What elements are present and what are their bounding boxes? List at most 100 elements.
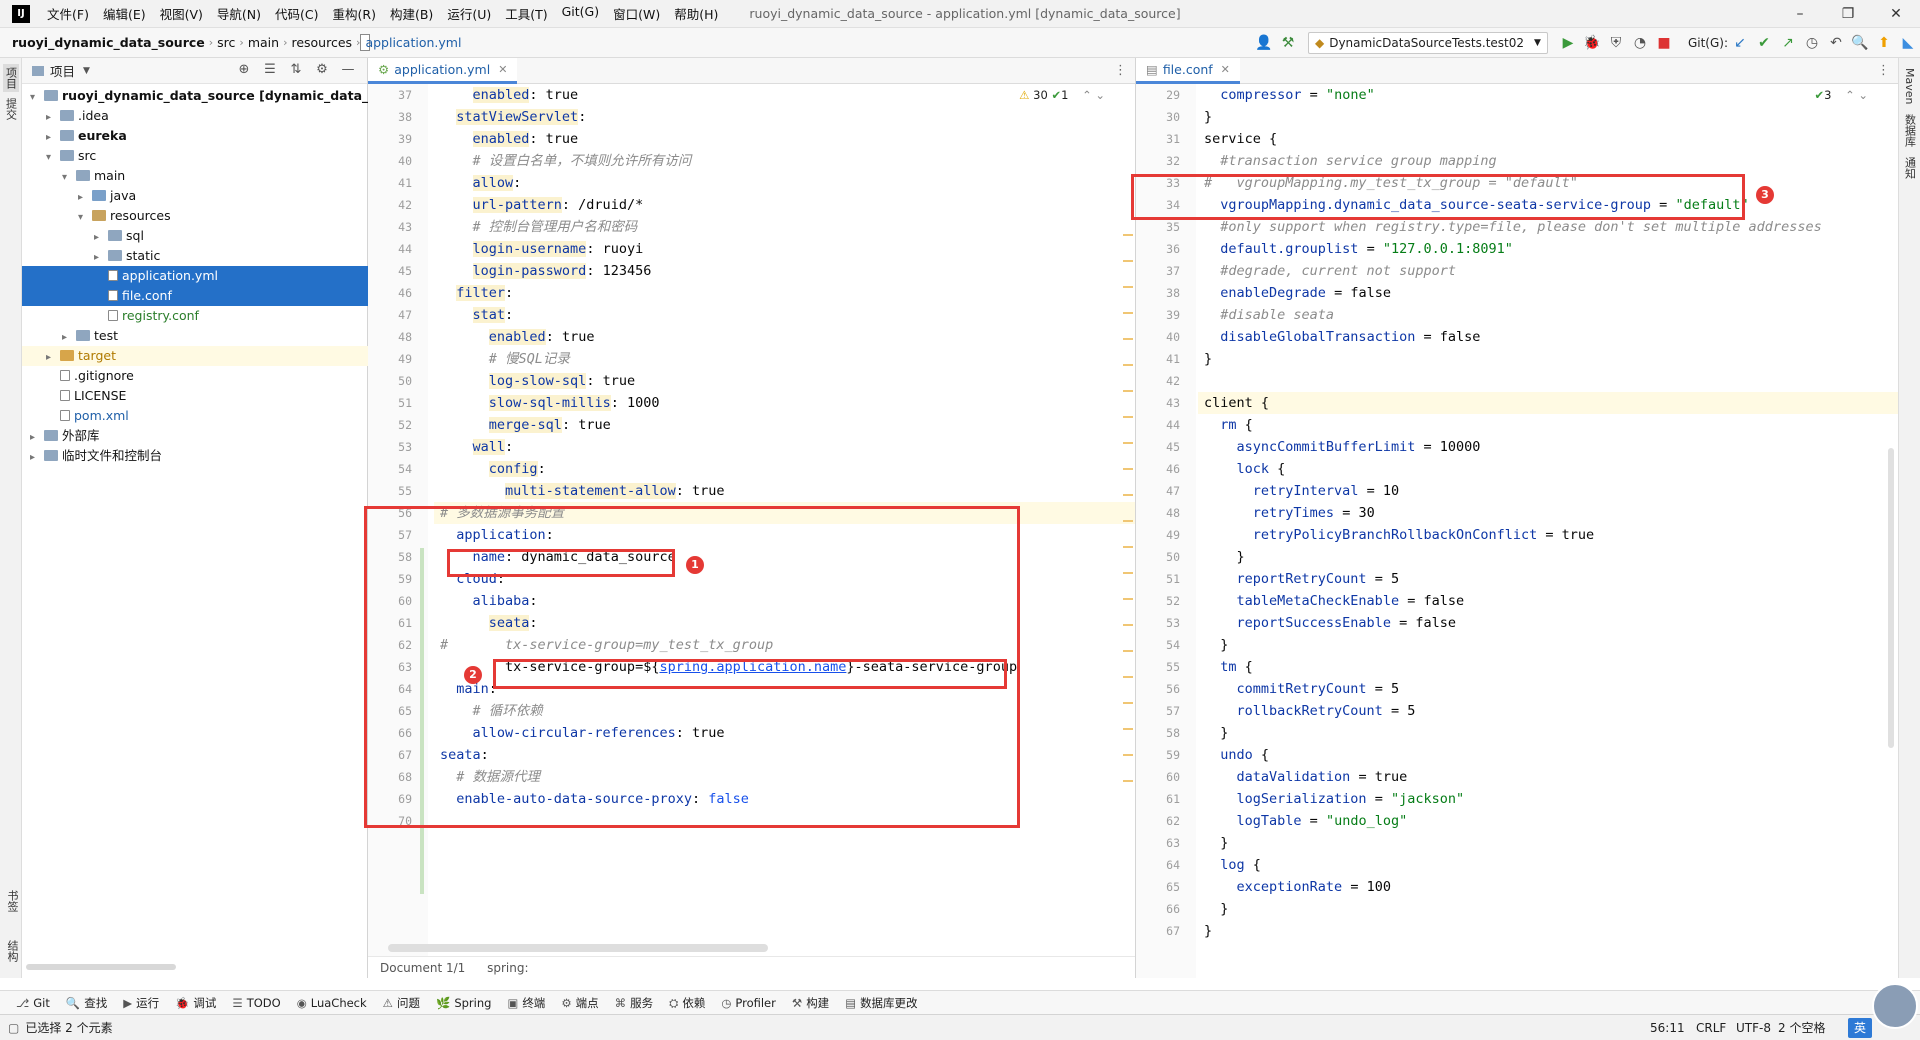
menu-item-6[interactable]: 构建(B) (383, 4, 440, 23)
warning-stripe-mark[interactable] (1123, 234, 1133, 236)
warning-stripe-mark[interactable] (1123, 702, 1133, 704)
tree-node-16[interactable]: pom.xml (22, 406, 368, 426)
caret-position[interactable]: 56:11 (1650, 1021, 1685, 1035)
tree-node-13[interactable]: ▸ target (22, 346, 368, 366)
warning-stripe-mark[interactable] (1123, 390, 1133, 392)
tree-node-1[interactable]: ▸ .idea (22, 106, 368, 126)
warning-stripe-mark[interactable] (1123, 494, 1133, 496)
tree-node-15[interactable]: LICENSE (22, 386, 368, 406)
warning-stripe-mark[interactable] (1123, 364, 1133, 366)
tree-node-5[interactable]: ▸ java (22, 186, 368, 206)
git-push-icon[interactable]: ↗ (1776, 35, 1800, 51)
tree-node-17[interactable]: ▸ 外部库 (22, 426, 368, 446)
hide-icon[interactable]: — (335, 62, 361, 77)
chevron-icon[interactable]: ▸ (30, 448, 44, 468)
ime-indicator[interactable]: 英 (1848, 1018, 1872, 1038)
close-tab-icon[interactable]: ✕ (1221, 63, 1230, 76)
close-tab-icon[interactable]: ✕ (498, 63, 507, 76)
chevron-icon[interactable]: ▸ (46, 128, 60, 148)
warning-stripe-mark[interactable] (1123, 312, 1133, 314)
chevron-icon[interactable]: ▸ (30, 428, 44, 448)
chevron-down-icon[interactable]: ▼ (83, 66, 90, 76)
warning-stripe-mark[interactable] (1123, 650, 1133, 652)
warning-stripe-mark[interactable] (1123, 442, 1133, 444)
update-icon[interactable]: ⬆ (1872, 35, 1896, 51)
minimize-icon[interactable]: – (1776, 0, 1824, 28)
warning-stripe-mark[interactable] (1123, 728, 1133, 730)
warning-stripe-mark[interactable] (1123, 572, 1133, 574)
indent-setting[interactable]: 2 个空格 (1778, 1019, 1825, 1036)
warning-stripe-mark[interactable] (1123, 520, 1133, 522)
tree-node-18[interactable]: ▸ 临时文件和控制台 (22, 446, 368, 466)
tab-file-conf[interactable]: ▤ file.conf ✕ (1136, 58, 1240, 84)
toolwindow-14[interactable]: ▤ 数据库更改 (845, 995, 917, 1011)
chevron-icon[interactable]: ▸ (94, 248, 108, 268)
stop-icon[interactable]: ■ (1652, 35, 1676, 51)
toolwindow-12[interactable]: ◷ Profiler (721, 996, 776, 1010)
warning-stripe-mark[interactable] (1123, 624, 1133, 626)
menu-item-4[interactable]: 代码(C) (268, 4, 325, 23)
tree-node-0[interactable]: ▾ ruoyi_dynamic_data_source [dynamic_data… (22, 86, 421, 108)
project-title[interactable]: 项目 (50, 61, 75, 80)
chevron-icon[interactable]: ▾ (78, 208, 92, 228)
breadcrumb-resources[interactable]: resources (287, 35, 356, 50)
warning-stripe-mark[interactable] (1123, 754, 1133, 756)
avatar[interactable] (1872, 983, 1918, 1029)
editor-horizontal-scrollbar[interactable] (388, 944, 768, 952)
file-encoding[interactable]: UTF-8 (1736, 1021, 1771, 1035)
toolwindow-8[interactable]: ▣ 终端 (507, 995, 545, 1011)
menu-item-8[interactable]: 工具(T) (498, 4, 554, 23)
menu-item-2[interactable]: 视图(V) (153, 4, 210, 23)
tab-application-yml[interactable]: ⚙ application.yml ✕ (368, 58, 518, 84)
chevron-icon[interactable]: ▸ (78, 188, 92, 208)
menu-item-3[interactable]: 导航(N) (210, 4, 268, 23)
tree-node-8[interactable]: ▸ static (22, 246, 368, 266)
breadcrumb-src[interactable]: src (213, 35, 239, 50)
rollback-icon[interactable]: ↶ (1824, 35, 1848, 51)
git-update-icon[interactable]: ↙ (1728, 35, 1752, 51)
warning-stripe-mark[interactable] (1123, 260, 1133, 262)
menu-item-7[interactable]: 运行(U) (440, 4, 498, 23)
tree-node-4[interactable]: ▾ main (22, 166, 368, 186)
chevron-icon[interactable]: ▾ (62, 168, 76, 188)
menu-item-5[interactable]: 重构(R) (326, 4, 383, 23)
warning-stripe-mark[interactable] (1123, 598, 1133, 600)
vertical-scrollbar[interactable] (1888, 448, 1894, 748)
toolwindow-6[interactable]: ⚠ 问题 (383, 995, 420, 1011)
toolwindow-2[interactable]: ▶ 运行 (123, 995, 159, 1011)
tree-node-11[interactable]: registry.conf (22, 306, 368, 326)
tree-node-6[interactable]: ▾ resources (22, 206, 368, 226)
warning-stripe-mark[interactable] (1123, 286, 1133, 288)
notifications-tool-tab[interactable]: 通知 (1902, 157, 1918, 179)
breadcrumb-project[interactable]: ruoyi_dynamic_data_source (0, 35, 209, 50)
maven-tool-tab[interactable]: Maven (1903, 68, 1916, 104)
inspection-widget-right[interactable]: ✔3 ⌃ ⌄ (1814, 88, 1868, 102)
tree-node-14[interactable]: .gitignore (22, 366, 368, 386)
menu-item-1[interactable]: 编辑(E) (96, 4, 153, 23)
toolwindow-0[interactable]: ⎇ Git (16, 996, 50, 1010)
chevron-icon[interactable]: ▸ (46, 348, 60, 368)
maximize-icon[interactable]: ❐ (1824, 0, 1872, 28)
chevron-icon[interactable]: ▾ (30, 88, 44, 108)
close-icon[interactable]: ✕ (1872, 0, 1920, 28)
warning-stripe-mark[interactable] (1123, 676, 1133, 678)
menu-item-9[interactable]: Git(G) (555, 4, 607, 23)
chevron-icon[interactable]: ▸ (62, 328, 76, 348)
warning-stripe-mark[interactable] (1123, 546, 1133, 548)
tree-node-7[interactable]: ▸ sql (22, 226, 368, 246)
tree-node-12[interactable]: ▸ test (22, 326, 368, 346)
build-hammer-icon[interactable]: ⚒ (1276, 35, 1300, 51)
more-tabs-icon[interactable]: ⋮ (1114, 63, 1127, 78)
jetbrains-icon[interactable]: ◣ (1896, 35, 1920, 51)
collapse-all-icon[interactable]: ⇅ (283, 62, 309, 77)
tree-node-2[interactable]: ▸ eureka (22, 126, 368, 146)
toolwindow-7[interactable]: 🌿 Spring (436, 996, 491, 1010)
bookmarks-tool-tab[interactable]: 书签 (4, 890, 20, 912)
yaml-path[interactable]: spring: (487, 961, 528, 975)
expand-all-icon[interactable]: ☰ (257, 62, 283, 77)
locate-icon[interactable]: ⊕ (231, 62, 257, 77)
run-icon[interactable]: ▶ (1556, 35, 1580, 51)
toolwindow-1[interactable]: 🔍 查找 (66, 995, 107, 1011)
toolwindow-9[interactable]: ⚙ 端点 (561, 995, 598, 1011)
warning-stripe-mark[interactable] (1123, 468, 1133, 470)
